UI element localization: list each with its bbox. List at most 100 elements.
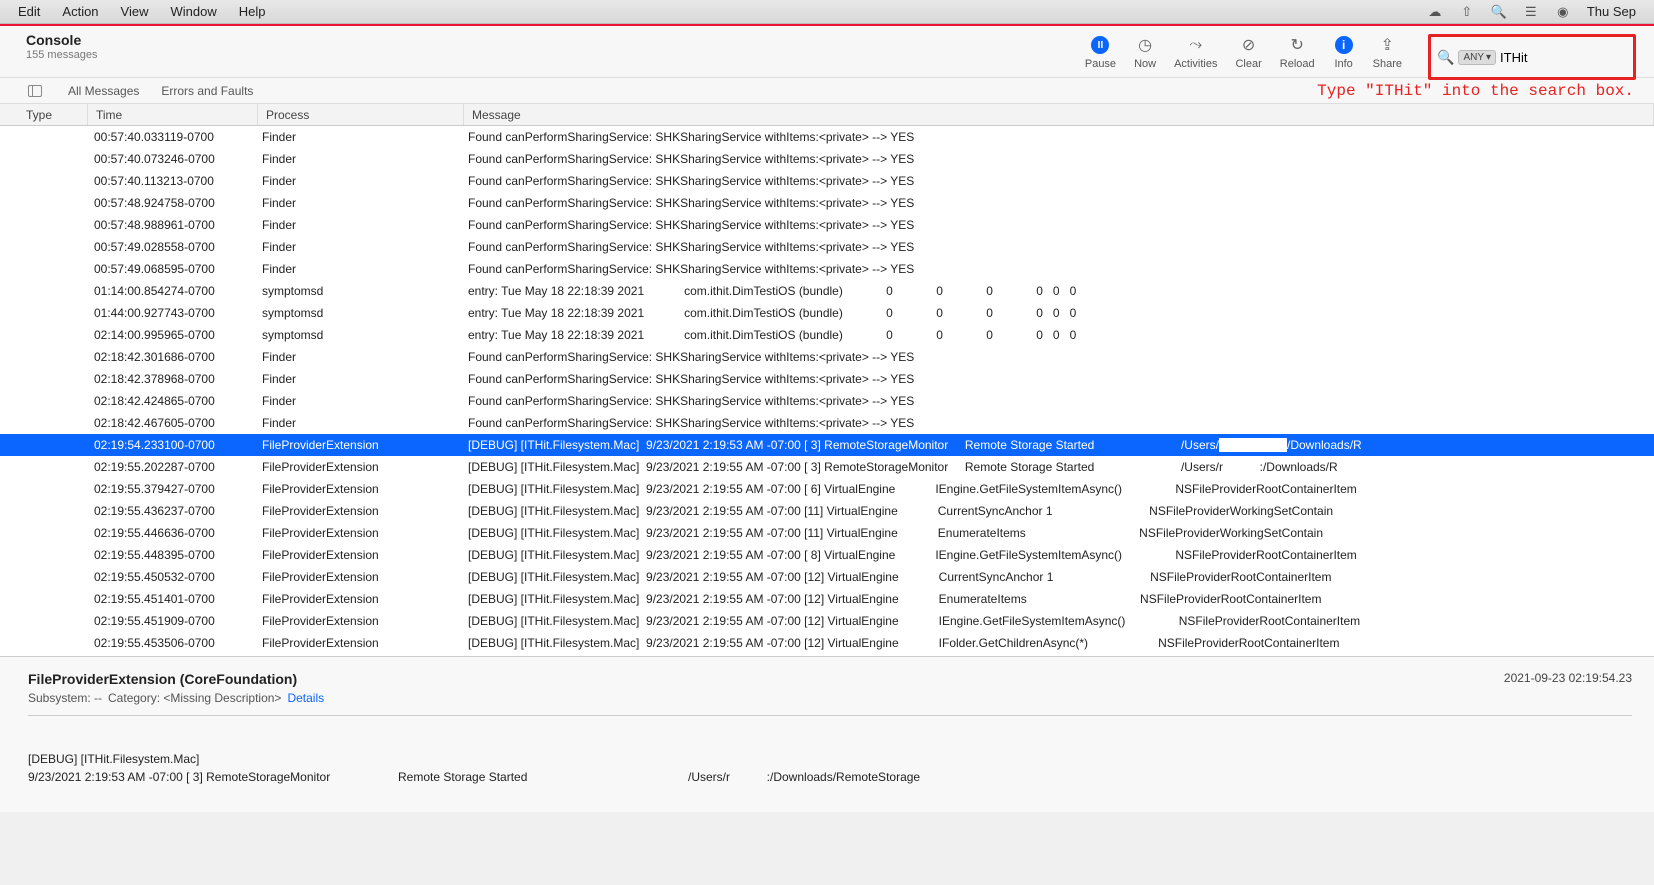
row-process: Finder <box>258 262 464 276</box>
clear-label: Clear <box>1235 58 1261 70</box>
menu-edit[interactable]: Edit <box>18 4 40 19</box>
control-center-icon[interactable]: ☰ <box>1523 4 1539 20</box>
row-time: 02:14:00.995965-0700 <box>88 328 258 342</box>
info-icon: i <box>1333 34 1355 56</box>
row-message: Found canPerformSharingService: SHKShari… <box>464 152 1654 166</box>
sidebar-toggle-icon[interactable] <box>28 85 42 97</box>
row-process: FileProviderExtension <box>258 482 464 496</box>
log-row[interactable]: 02:19:55.453506-0700FileProviderExtensio… <box>0 632 1654 654</box>
row-message: Found canPerformSharingService: SHKShari… <box>464 372 1654 386</box>
log-row[interactable]: 02:19:55.446636-0700FileProviderExtensio… <box>0 522 1654 544</box>
row-message: entry: Tue May 18 22:18:39 2021 com.ithi… <box>464 306 1654 320</box>
row-message: Found canPerformSharingService: SHKShari… <box>464 350 1654 364</box>
row-time: 01:14:00.854274-0700 <box>88 284 258 298</box>
log-row[interactable]: 02:19:55.379427-0700FileProviderExtensio… <box>0 478 1654 500</box>
log-row[interactable]: 00:57:48.988961-0700FinderFound canPerfo… <box>0 214 1654 236</box>
row-time: 00:57:48.988961-0700 <box>88 218 258 232</box>
search-icon: 🔍 <box>1437 49 1454 66</box>
share-button[interactable]: ⇪ Share <box>1373 34 1402 70</box>
log-row[interactable]: 01:14:00.854274-0700symptomsdentry: Tue … <box>0 280 1654 302</box>
row-process: FileProviderExtension <box>258 592 464 606</box>
row-process: Finder <box>258 218 464 232</box>
detail-category: Category: <Missing Description> <box>108 691 281 705</box>
log-row[interactable]: 02:18:42.378968-0700FinderFound canPerfo… <box>0 368 1654 390</box>
info-button[interactable]: i Info <box>1333 34 1355 70</box>
log-row[interactable]: 02:19:55.202287-0700FileProviderExtensio… <box>0 456 1654 478</box>
app-title: Console <box>26 32 98 48</box>
menu-view[interactable]: View <box>121 4 149 19</box>
row-process: Finder <box>258 152 464 166</box>
log-row[interactable]: 00:57:49.028558-0700FinderFound canPerfo… <box>0 236 1654 258</box>
log-row[interactable]: 02:19:55.451909-0700FileProviderExtensio… <box>0 610 1654 632</box>
chevron-down-icon: ▾ <box>1486 52 1491 63</box>
row-process: FileProviderExtension <box>258 438 464 452</box>
row-message: [DEBUG] [ITHit.Filesystem.Mac] 9/23/2021… <box>464 460 1654 474</box>
cloud-icon[interactable]: ☁ <box>1427 4 1443 20</box>
col-time[interactable]: Time <box>88 104 258 125</box>
row-process: Finder <box>258 174 464 188</box>
log-row[interactable]: 00:57:40.073246-0700FinderFound canPerfo… <box>0 148 1654 170</box>
share-label: Share <box>1373 58 1402 70</box>
menu-help[interactable]: Help <box>239 4 266 19</box>
spotlight-icon[interactable]: 🔍 <box>1491 4 1507 20</box>
row-process: FileProviderExtension <box>258 526 464 540</box>
row-message: entry: Tue May 18 22:18:39 2021 com.ithi… <box>464 284 1654 298</box>
row-process: Finder <box>258 372 464 386</box>
log-row[interactable]: 02:19:55.451401-0700FileProviderExtensio… <box>0 588 1654 610</box>
log-row[interactable]: 02:19:55.448395-0700FileProviderExtensio… <box>0 544 1654 566</box>
filter-all[interactable]: All Messages <box>68 84 139 98</box>
reload-button[interactable]: ↻ Reload <box>1280 34 1315 70</box>
col-process[interactable]: Process <box>258 104 464 125</box>
siri-icon[interactable]: ◉ <box>1555 4 1571 20</box>
clear-icon: ⊘ <box>1238 34 1260 56</box>
now-button[interactable]: ◷ Now <box>1134 34 1156 70</box>
filter-errors[interactable]: Errors and Faults <box>161 84 253 98</box>
log-row[interactable]: 01:44:00.927743-0700symptomsdentry: Tue … <box>0 302 1654 324</box>
search-input[interactable] <box>1500 50 1610 65</box>
log-row[interactable]: 02:19:54.233100-0700FileProviderExtensio… <box>0 434 1654 456</box>
activities-button[interactable]: ⤳ Activities <box>1174 34 1217 70</box>
menu-action[interactable]: Action <box>62 4 98 19</box>
log-row[interactable]: 00:57:40.113213-0700FinderFound canPerfo… <box>0 170 1654 192</box>
pause-button[interactable]: II Pause <box>1085 34 1116 70</box>
log-row[interactable]: 02:18:42.467605-0700FinderFound canPerfo… <box>0 412 1654 434</box>
row-time: 02:19:55.379427-0700 <box>88 482 258 496</box>
now-label: Now <box>1134 58 1156 70</box>
log-row[interactable]: 02:18:42.424865-0700FinderFound canPerfo… <box>0 390 1654 412</box>
row-process: Finder <box>258 240 464 254</box>
log-row[interactable]: 00:57:48.924758-0700FinderFound canPerfo… <box>0 192 1654 214</box>
now-icon: ◷ <box>1134 34 1156 56</box>
search-scope-chip[interactable]: ANY▾ <box>1458 50 1496 65</box>
activities-label: Activities <box>1174 58 1217 70</box>
col-message[interactable]: Message <box>464 104 1654 125</box>
detail-details-link[interactable]: Details <box>287 691 324 705</box>
pause-icon: II <box>1089 34 1111 56</box>
log-row[interactable]: 02:18:42.301686-0700FinderFound canPerfo… <box>0 346 1654 368</box>
menu-date[interactable]: Thu Sep <box>1587 4 1636 19</box>
row-message: [DEBUG] [ITHit.Filesystem.Mac] 9/23/2021… <box>464 438 1654 452</box>
log-body[interactable]: 00:57:40.033119-0700FinderFound canPerfo… <box>0 126 1654 656</box>
row-process: FileProviderExtension <box>258 614 464 628</box>
row-message: Found canPerformSharingService: SHKShari… <box>464 240 1654 254</box>
row-message: [DEBUG] [ITHit.Filesystem.Mac] 9/23/2021… <box>464 614 1654 628</box>
log-row[interactable]: 02:19:55.450532-0700FileProviderExtensio… <box>0 566 1654 588</box>
reload-icon: ↻ <box>1286 34 1308 56</box>
log-row[interactable]: 02:14:00.995965-0700symptomsdentry: Tue … <box>0 324 1654 346</box>
row-message: [DEBUG] [ITHit.Filesystem.Mac] 9/23/2021… <box>464 548 1654 562</box>
wifi-icon[interactable]: ⇧ <box>1459 4 1475 20</box>
col-type[interactable]: Type <box>0 104 88 125</box>
annotation-text: Type "ITHit" into the search box. <box>1317 82 1634 100</box>
row-process: Finder <box>258 196 464 210</box>
detail-pane: 2021-09-23 02:19:54.23 FileProviderExten… <box>0 656 1654 812</box>
log-row[interactable]: 00:57:49.068595-0700FinderFound canPerfo… <box>0 258 1654 280</box>
pause-label: Pause <box>1085 58 1116 70</box>
row-time: 02:19:55.446636-0700 <box>88 526 258 540</box>
menu-window[interactable]: Window <box>171 4 217 19</box>
log-row[interactable]: 02:19:55.436237-0700FileProviderExtensio… <box>0 500 1654 522</box>
log-row[interactable]: 00:57:40.033119-0700FinderFound canPerfo… <box>0 126 1654 148</box>
row-message: [DEBUG] [ITHit.Filesystem.Mac] 9/23/2021… <box>464 482 1654 496</box>
row-time: 02:19:55.451909-0700 <box>88 614 258 628</box>
clear-button[interactable]: ⊘ Clear <box>1235 34 1261 70</box>
search-box[interactable]: 🔍 ANY▾ <box>1428 34 1636 80</box>
row-time: 02:19:55.451401-0700 <box>88 592 258 606</box>
